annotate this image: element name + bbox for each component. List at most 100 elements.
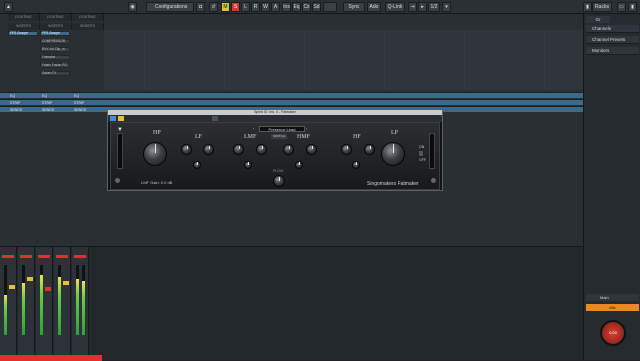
racks-dropdown[interactable]: Racks — [592, 2, 612, 12]
camera-icon[interactable]: ◘ — [196, 2, 205, 12]
preset-name[interactable]: Presence Lead — [259, 126, 305, 132]
hmf-gain-knob[interactable] — [306, 144, 317, 155]
record-indicator[interactable] — [74, 255, 86, 258]
lmf-freq-knob[interactable] — [233, 144, 244, 155]
send-slot[interactable]: FPS Groupe — [8, 31, 38, 36]
record-indicator[interactable] — [38, 255, 50, 258]
right-zone-tab[interactable]: Gr — [586, 16, 610, 23]
lmf-label: LMF — [244, 134, 257, 140]
strip-row[interactable]: STRIP STRIP STRIP — [0, 99, 583, 105]
record-indicator[interactable] — [56, 255, 68, 258]
fader-cap[interactable] — [63, 281, 69, 285]
power-icon[interactable] — [110, 116, 116, 121]
record-indicator[interactable] — [20, 255, 32, 258]
main-output-select[interactable]: Mix — [586, 304, 639, 311]
activate-project-button[interactable]: ◉ — [128, 2, 137, 12]
snap-icon[interactable]: ▸ — [418, 2, 427, 12]
fader-cap[interactable] — [27, 277, 33, 281]
monitors-section[interactable]: Monitors — [586, 47, 639, 55]
menu-icon[interactable]: ▲ — [4, 2, 13, 12]
hf-gain-knob[interactable] — [364, 144, 375, 155]
hf-q-knob[interactable] — [352, 161, 360, 169]
mixer-channel[interactable] — [18, 247, 35, 361]
output-meter — [429, 133, 435, 169]
audio-button[interactable]: Ado — [367, 2, 381, 12]
quantize-select[interactable]: 1/2 — [428, 2, 440, 12]
insert-slot[interactable]: Fatmaker — [40, 55, 70, 60]
hf-freq-knob[interactable] — [341, 144, 352, 155]
sync-button[interactable]: Sync — [343, 2, 365, 12]
plow-knob[interactable] — [273, 175, 285, 187]
mixer-channel[interactable] — [0, 247, 17, 361]
channel-presets-section[interactable]: Channel Presets — [586, 36, 639, 44]
solo-mode-button[interactable]: S — [231, 2, 240, 12]
mixer-channel[interactable] — [54, 247, 71, 361]
left-zone-icon[interactable]: ▮ — [583, 2, 592, 12]
channel-strip-toggle[interactable]: Cs — [302, 2, 311, 12]
preset-prev-icon[interactable]: ‹ — [253, 126, 258, 132]
plugin-window[interactable]: Splint IO: Ins. 4 - Fatmaker ▼ Presence … — [107, 109, 443, 191]
insert-slot[interactable]: Saturn FX — [40, 71, 70, 76]
hp-label: HP — [153, 130, 161, 136]
eq-row[interactable]: EQ EQ EQ — [0, 92, 583, 98]
sends-label: SENDS — [74, 108, 87, 112]
eq-toggle[interactable]: Eq — [292, 2, 301, 12]
snapshot-icon[interactable] — [212, 116, 218, 121]
hmf-freq-knob[interactable] — [283, 144, 294, 155]
mixer-channel[interactable] — [36, 247, 53, 361]
lmf-gain-knob[interactable] — [256, 144, 267, 155]
routing-header: ROUTING — [40, 14, 72, 21]
listen-mode-button[interactable]: L — [241, 2, 250, 12]
insert-slot[interactable]: RVX Vol Clip_m — [40, 47, 70, 52]
brand-label: Singomakers Fatmaker — [367, 181, 419, 187]
hp-knob[interactable] — [143, 142, 167, 166]
read-button[interactable]: R — [251, 2, 260, 12]
lf-q-knob[interactable] — [193, 161, 201, 169]
insert-slot[interactable]: COMPRESSOR — [40, 39, 70, 44]
right-zone: Gr Channels Channel Presets Monitors Mai… — [583, 14, 640, 360]
switch-off-label: OFF — [419, 158, 426, 162]
input-meter — [117, 133, 123, 169]
mixer-channel[interactable] — [72, 247, 89, 361]
lp-knob[interactable] — [381, 142, 405, 166]
quantize-options-icon[interactable]: ▾ — [442, 2, 451, 12]
inserts-header: INSERTS — [40, 23, 72, 30]
preset-next-icon[interactable]: › — [306, 126, 311, 132]
insert-slot[interactable]: FPS Groupe — [40, 31, 70, 36]
fader-cap[interactable] — [9, 285, 15, 289]
lp-label: LP — [391, 130, 399, 136]
record-indicator[interactable] — [2, 255, 14, 258]
sends-label: SENDS — [42, 108, 55, 112]
sends-toggle[interactable]: Sd — [312, 2, 321, 12]
record-meter — [323, 2, 337, 12]
screw-icon — [431, 178, 436, 183]
layout-icon[interactable]: ▭ — [617, 2, 626, 12]
event-display[interactable] — [104, 30, 583, 90]
routing-header: ROUTING — [8, 14, 40, 21]
main-level-knob[interactable]: 0.00 — [600, 320, 626, 346]
lf-label: LF — [195, 134, 203, 140]
fader-cap[interactable] — [45, 287, 51, 291]
channels-section[interactable]: Channels — [586, 25, 639, 33]
mute-mode-button[interactable]: M — [221, 2, 230, 12]
auto-button[interactable]: A — [271, 2, 280, 12]
inserts-toggle[interactable]: Ins — [282, 2, 291, 12]
bypass-icon[interactable] — [118, 116, 124, 121]
insert-slot[interactable]: Fabric Fusion PG — [40, 63, 70, 68]
main-output-label[interactable]: Main — [586, 294, 639, 301]
lmf-q-knob[interactable] — [244, 161, 252, 169]
plugin-header-bar — [108, 115, 442, 122]
hmf-label: HMF — [297, 134, 311, 140]
right-zone-icon[interactable]: ▮ — [628, 2, 637, 12]
hmf-q-knob[interactable] — [295, 161, 303, 169]
write-button[interactable]: W — [261, 2, 270, 12]
lf-freq-knob[interactable] — [181, 144, 192, 155]
power-switch[interactable] — [418, 150, 424, 157]
switch-button[interactable]: SWITCH — [271, 134, 287, 139]
sends-label: SENDS — [10, 108, 23, 112]
configurations-dropdown[interactable]: Configurations — [146, 2, 194, 12]
qlink-button[interactable]: Q-Link — [385, 2, 405, 12]
lf-gain-knob[interactable] — [203, 144, 214, 155]
undo-icon[interactable]: ↺ — [209, 2, 218, 12]
grid-icon[interactable]: ⇥ — [408, 2, 417, 12]
